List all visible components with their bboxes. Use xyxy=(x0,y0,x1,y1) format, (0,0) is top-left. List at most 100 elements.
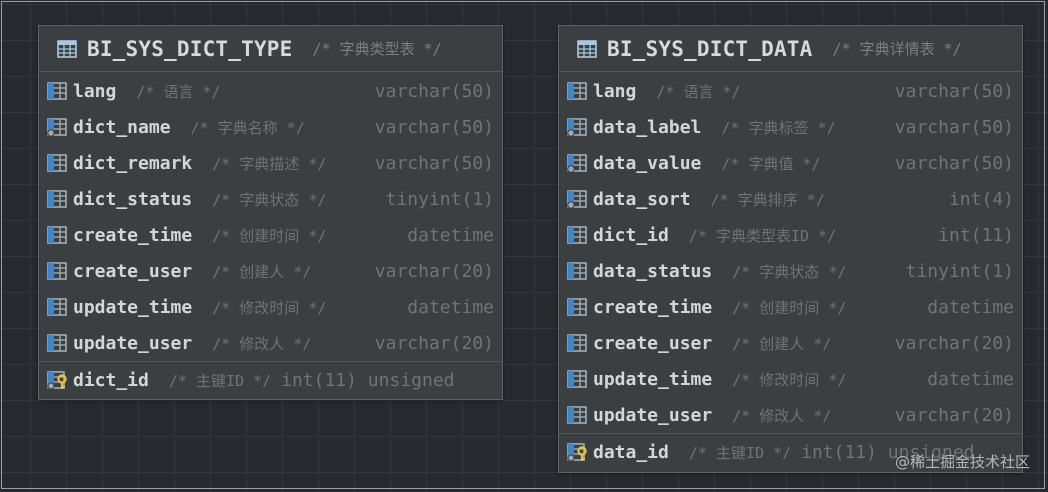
column-comment: /* 字典名称 */ xyxy=(190,118,305,137)
column-icon xyxy=(567,81,587,101)
column-name: data_status xyxy=(593,260,713,282)
column-icon xyxy=(567,369,587,389)
column-icon xyxy=(567,225,587,245)
column-comment: /* 创建时间 */ xyxy=(212,226,327,245)
column-icon xyxy=(47,297,67,317)
column-row[interactable]: dict_status /* 字典状态 */ tinyint(1) xyxy=(39,181,502,217)
column-row[interactable]: dict_name /* 字典名称 */ varchar(50) xyxy=(39,109,502,145)
indexed-column-icon xyxy=(567,153,587,173)
column-type: varchar(20) xyxy=(374,332,494,354)
column-icon xyxy=(47,261,67,281)
column-row[interactable]: lang /* 语言 */ varchar(50) xyxy=(39,73,502,109)
column-comment: /* 语言 */ xyxy=(136,82,221,101)
column-row[interactable]: dict_remark /* 字典描述 */ varchar(50) xyxy=(39,145,502,181)
column-icon xyxy=(47,225,67,245)
column-comment: /* 修改时间 */ xyxy=(732,370,847,389)
column-icon xyxy=(567,405,587,425)
column-icon xyxy=(567,333,587,353)
column-comment: /* 字典状态 */ xyxy=(732,262,847,281)
column-name: dict_id xyxy=(593,224,669,246)
table-name: BI_SYS_DICT_TYPE xyxy=(87,36,293,61)
watermark: @稀土掘金技术社区 xyxy=(894,453,1030,471)
column-icon xyxy=(47,189,67,209)
primary-key-icon xyxy=(47,370,67,390)
column-name: dict_name xyxy=(73,116,171,138)
column-type: varchar(50) xyxy=(374,152,494,174)
column-row[interactable]: data_value /* 字典值 */ varchar(50) xyxy=(559,145,1022,181)
column-type: datetime xyxy=(407,296,494,318)
column-name: create_user xyxy=(73,260,193,282)
column-comment: /* 修改人 */ xyxy=(732,406,832,425)
column-type: varchar(50) xyxy=(374,116,494,138)
column-row[interactable]: create_user /* 创建人 */ varchar(20) xyxy=(559,325,1022,361)
column-name: data_label xyxy=(593,116,702,138)
column-type: datetime xyxy=(407,224,494,246)
column-type: varchar(50) xyxy=(894,116,1014,138)
column-type: datetime xyxy=(927,368,1014,390)
column-icon xyxy=(567,261,587,281)
column-name: update_time xyxy=(73,296,193,318)
column-list: lang /* 语言 */ varchar(50) dict_name /* 字典名称 … xyxy=(39,72,502,398)
column-comment: /* 字典标签 */ xyxy=(721,118,836,137)
column-row[interactable]: update_user /* 修改人 */ varchar(20) xyxy=(39,325,502,361)
column-comment: /* 字典描述 */ xyxy=(212,154,327,173)
column-type: varchar(50) xyxy=(894,80,1014,102)
column-comment: /* 语言 */ xyxy=(656,82,741,101)
column-name: dict_status xyxy=(73,188,193,210)
column-type: tinyint(1) xyxy=(385,188,494,210)
column-comment: /* 修改人 */ xyxy=(212,334,312,353)
column-type: int(4) xyxy=(948,188,1014,210)
column-type: int(11) xyxy=(938,224,1014,246)
column-type: varchar(50) xyxy=(894,152,1014,174)
column-type: varchar(50) xyxy=(374,80,494,102)
column-row[interactable]: data_sort /* 字典排序 */ int(4) xyxy=(559,181,1022,217)
column-name: lang xyxy=(73,80,117,102)
column-comment: /* 字典排序 */ xyxy=(710,190,825,209)
column-icon xyxy=(47,333,67,353)
column-name: data_value xyxy=(593,152,702,174)
column-row[interactable]: create_time /* 创建时间 */ datetime xyxy=(39,217,502,253)
column-name: dict_id xyxy=(73,369,149,391)
column-row[interactable]: update_user /* 修改人 */ varchar(20) xyxy=(559,397,1022,433)
table-header[interactable]: BI_SYS_DICT_DATA /* 字典详情表 */ xyxy=(559,26,1022,72)
column-list: lang /* 语言 */ varchar(50) data_label /* 字典标签… xyxy=(559,72,1022,470)
column-type: int(11) unsigned xyxy=(281,369,455,391)
column-comment: /* 创建时间 */ xyxy=(732,298,847,317)
table-header[interactable]: BI_SYS_DICT_TYPE /* 字典类型表 */ xyxy=(39,26,502,72)
table-icon xyxy=(577,39,597,59)
column-comment: /* 字典值 */ xyxy=(721,154,821,173)
column-comment: /* 字典类型表ID */ xyxy=(688,226,837,245)
indexed-column-icon xyxy=(47,117,67,137)
column-name: update_user xyxy=(73,332,193,354)
column-name: data_id xyxy=(593,441,669,463)
indexed-column-icon xyxy=(567,189,587,209)
column-type: varchar(20) xyxy=(894,404,1014,426)
column-row[interactable]: create_time /* 创建时间 */ datetime xyxy=(559,289,1022,325)
table-icon xyxy=(57,39,77,59)
column-name: create_time xyxy=(73,224,193,246)
column-comment: /* 创建人 */ xyxy=(212,262,312,281)
column-icon xyxy=(47,153,67,173)
column-name: dict_remark xyxy=(73,152,193,174)
primary-key-row[interactable]: dict_id /* 主键ID */ int(11) unsigned xyxy=(39,361,502,398)
column-name: data_sort xyxy=(593,188,691,210)
column-row[interactable]: data_label /* 字典标签 */ varchar(50) xyxy=(559,109,1022,145)
column-type: varchar(20) xyxy=(894,332,1014,354)
column-comment: /* 主键ID */ xyxy=(688,443,792,462)
column-type: tinyint(1) xyxy=(905,260,1014,282)
column-row[interactable]: create_user /* 创建人 */ varchar(20) xyxy=(39,253,502,289)
column-name: create_time xyxy=(593,296,713,318)
primary-key-icon xyxy=(567,442,587,462)
column-comment: /* 主键ID */ xyxy=(168,371,272,390)
column-row[interactable]: dict_id /* 字典类型表ID */ int(11) xyxy=(559,217,1022,253)
column-comment: /* 创建人 */ xyxy=(732,334,832,353)
column-row[interactable]: lang /* 语言 */ varchar(50) xyxy=(559,73,1022,109)
column-comment: /* 字典状态 */ xyxy=(212,190,327,209)
column-name: update_user xyxy=(593,404,713,426)
table-bi-sys-dict-data[interactable]: BI_SYS_DICT_DATA /* 字典详情表 */ lang /* 语言 */ v… xyxy=(558,25,1023,473)
column-row[interactable]: update_time /* 修改时间 */ datetime xyxy=(559,361,1022,397)
column-row[interactable]: data_status /* 字典状态 */ tinyint(1) xyxy=(559,253,1022,289)
column-row[interactable]: update_time /* 修改时间 */ datetime xyxy=(39,289,502,325)
table-bi-sys-dict-type[interactable]: BI_SYS_DICT_TYPE /* 字典类型表 */ lang /* 语言 */ v… xyxy=(38,25,503,400)
column-type: datetime xyxy=(927,296,1014,318)
